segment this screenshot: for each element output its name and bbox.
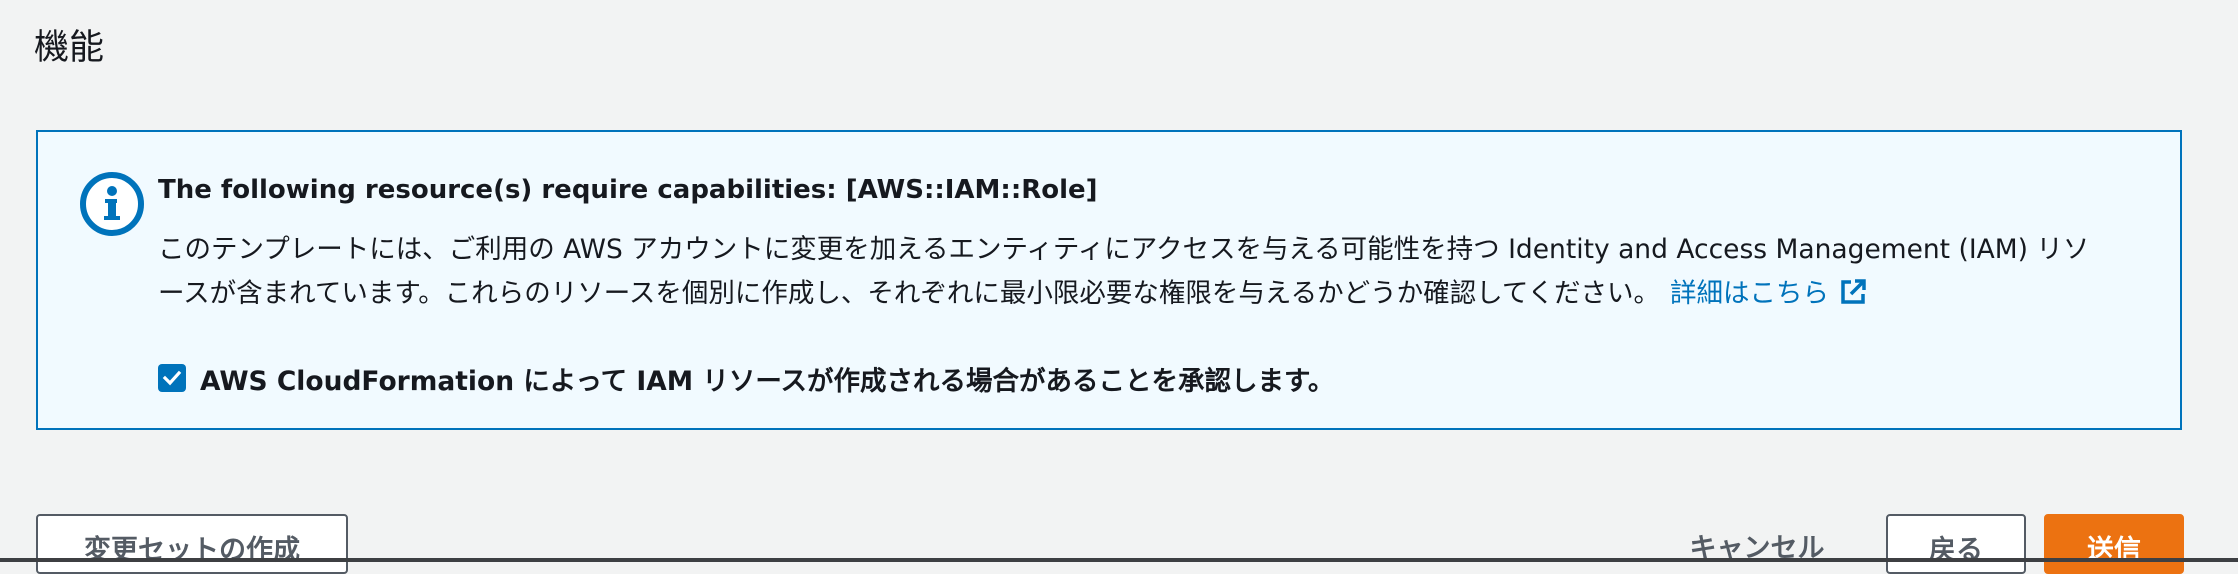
alert-body-line: このテンプレートには、ご利用の AWS アカウントに変更を加えるエンティティにア…	[158, 234, 2090, 265]
acknowledge-label[interactable]: AWS CloudFormation によって IAM リソースが作成される場合…	[200, 359, 1334, 398]
submit-button[interactable]: 送信	[2044, 514, 2184, 574]
learn-more-link[interactable]: 詳細はこちら	[1670, 278, 1867, 309]
alert-body: このテンプレートには、ご利用の AWS アカウントに変更を加えるエンティティにア…	[158, 228, 2168, 316]
section-title: 機能	[34, 28, 105, 68]
alert-body-text: ースが含まれています。これらのリソースを個別に作成し、それぞれに最小限必要な権限…	[158, 278, 1661, 309]
cancel-button[interactable]: キャンセル	[1662, 514, 1852, 574]
acknowledge-checkbox[interactable]	[158, 364, 186, 392]
create-changeset-button[interactable]: 変更セットの作成	[36, 514, 348, 574]
external-link-icon	[1841, 279, 1866, 304]
acknowledge-row: AWS CloudFormation によって IAM リソースが作成される場合…	[158, 359, 1334, 398]
alert-body-line: ースが含まれています。これらのリソースを個別に作成し、それぞれに最小限必要な権限…	[158, 272, 2168, 316]
alert-heading: The following resource(s) require capabi…	[158, 175, 1098, 205]
window-bottom-edge	[0, 558, 2238, 562]
capabilities-info-alert: The following resource(s) require capabi…	[36, 130, 2182, 430]
learn-more-label: 詳細はこちら	[1670, 278, 1830, 309]
checkmark-icon	[162, 370, 182, 386]
back-button[interactable]: 戻る	[1886, 514, 2026, 574]
info-circle-icon	[80, 172, 144, 236]
